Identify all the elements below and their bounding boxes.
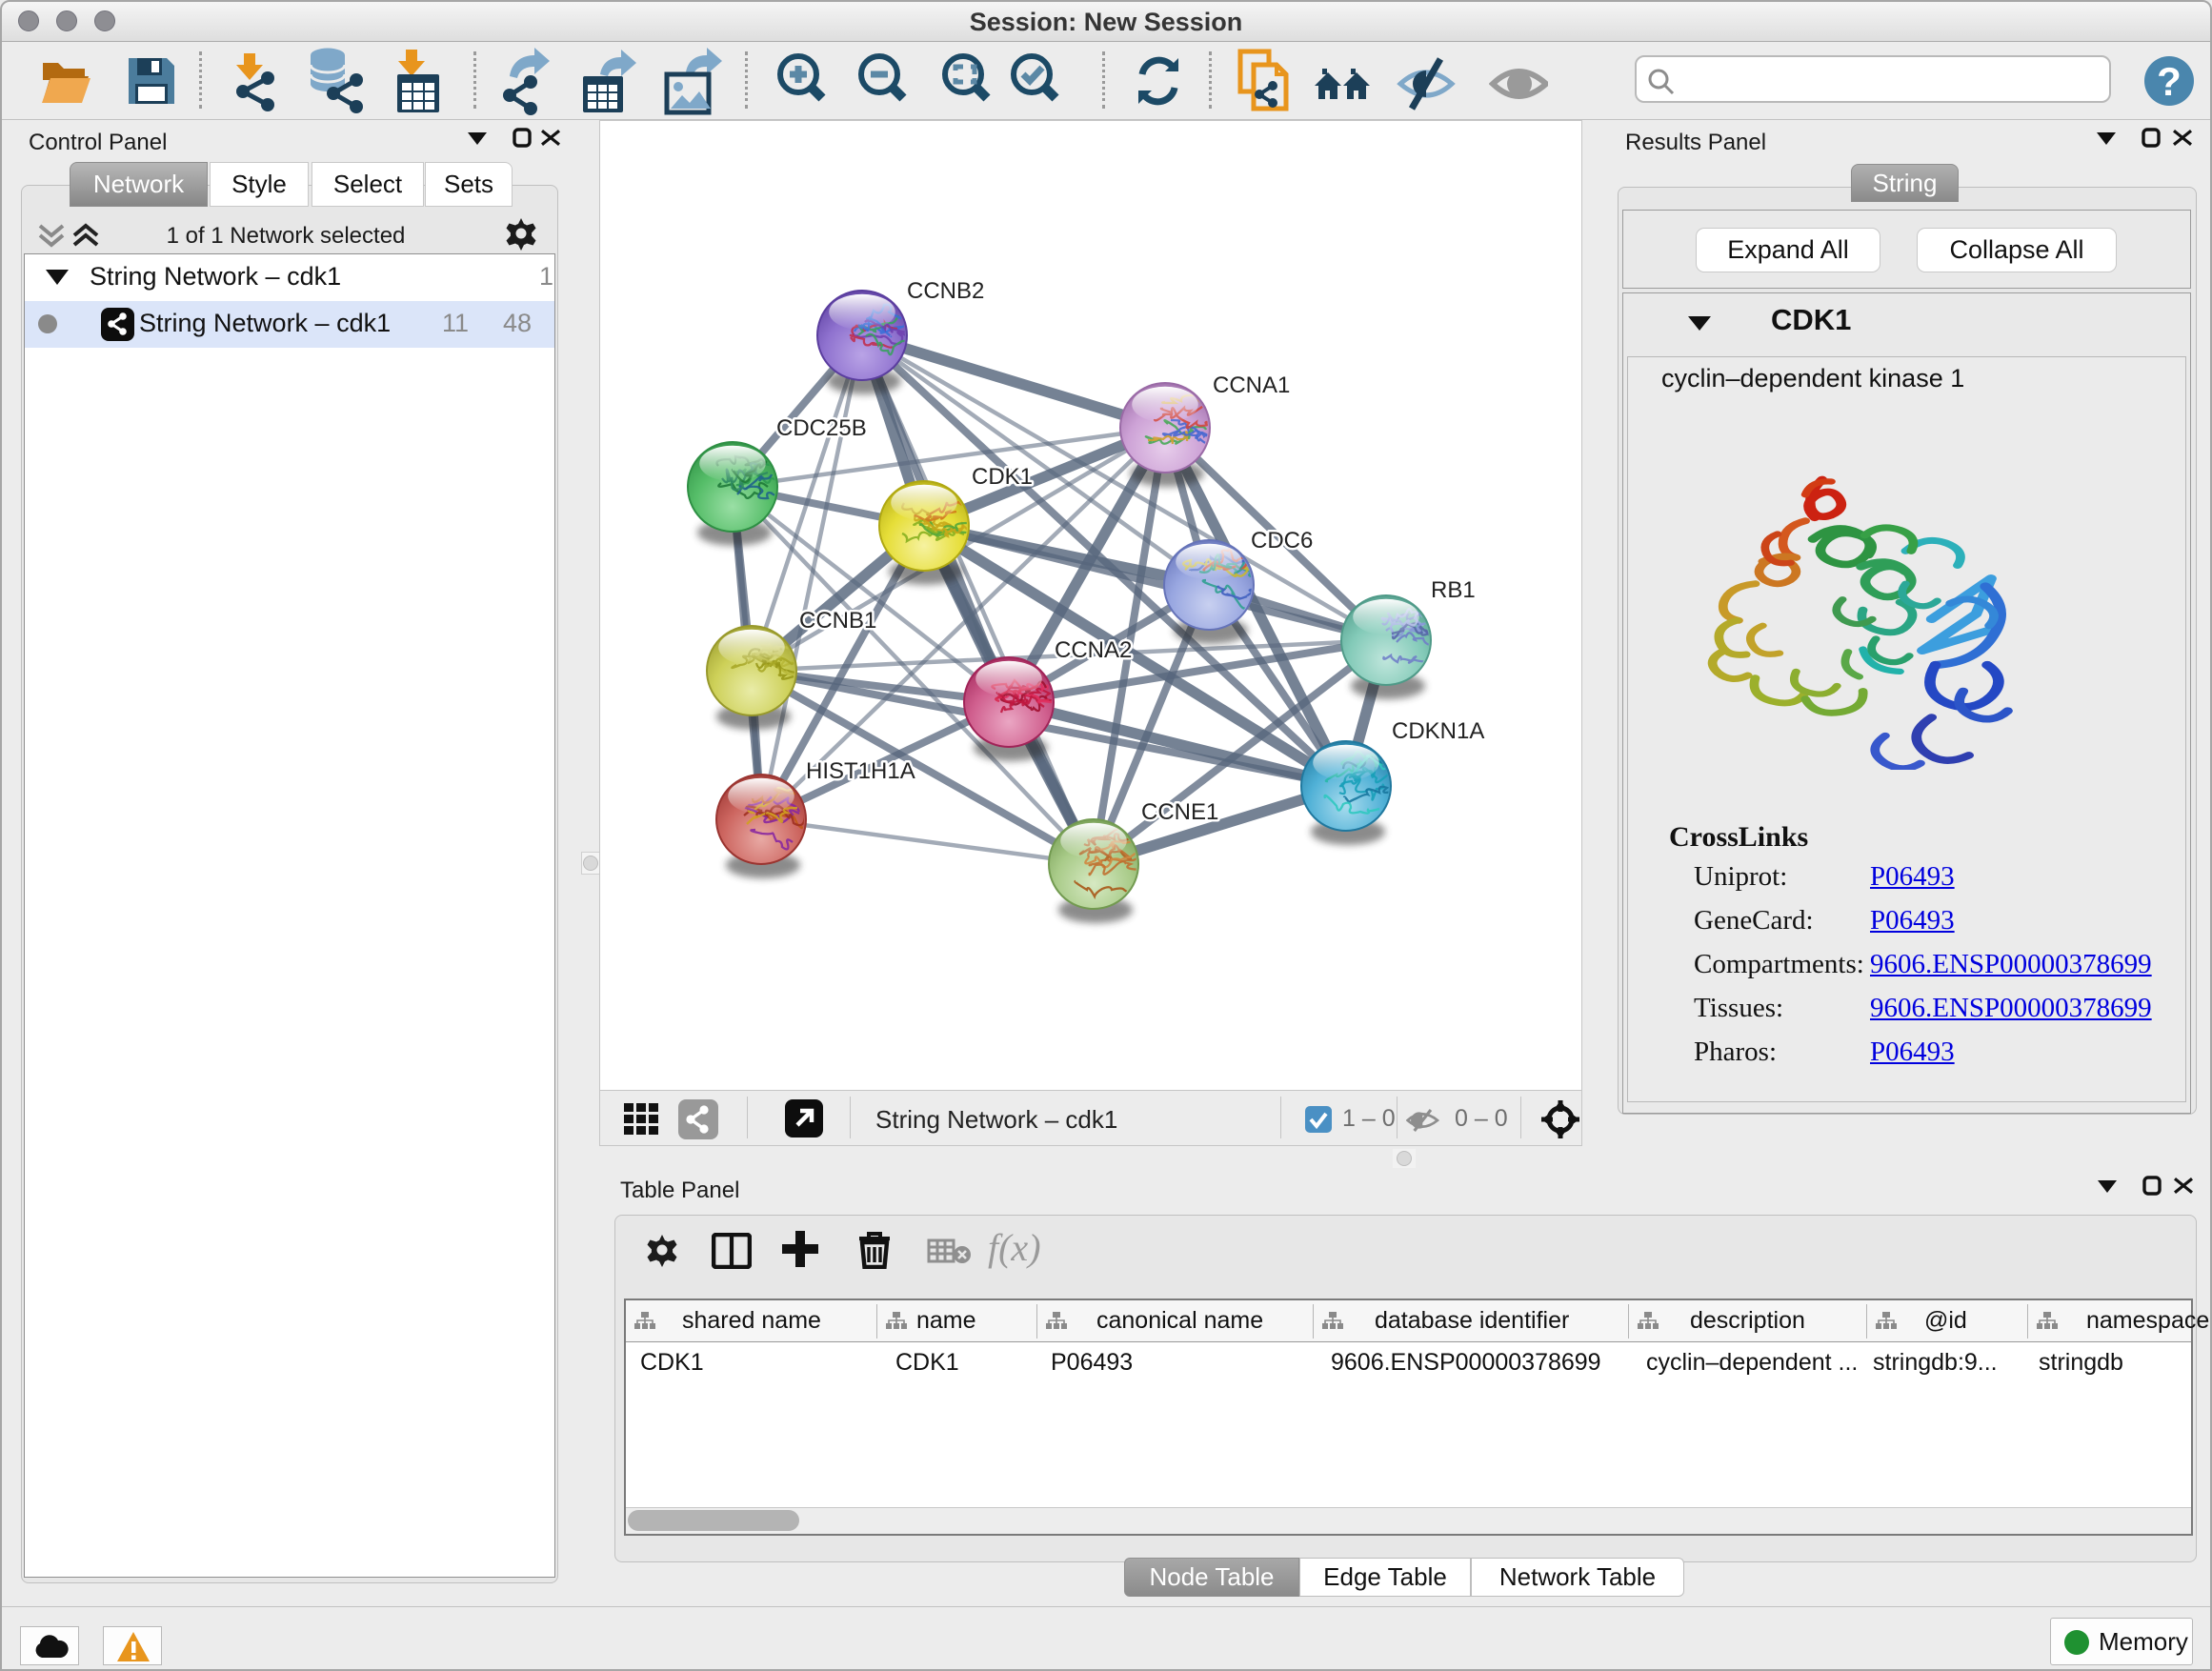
svg-text:CCNB1: CCNB1 (799, 608, 876, 634)
svg-text:HIST1H1A: HIST1H1A (806, 758, 915, 784)
svg-text:RB1: RB1 (1431, 577, 1476, 603)
svg-text:CDK1: CDK1 (972, 464, 1033, 490)
svg-text:?: ? (2157, 59, 2182, 104)
svg-text:CCNB2: CCNB2 (907, 278, 984, 304)
svg-text:CDC25B: CDC25B (776, 415, 867, 441)
svg-text:CCNA1: CCNA1 (1213, 372, 1290, 398)
svg-text:CDC6: CDC6 (1251, 528, 1313, 554)
svg-text:CCNE1: CCNE1 (1141, 799, 1218, 825)
svg-text:CCNA2: CCNA2 (1055, 637, 1132, 663)
svg-text:CDKN1A: CDKN1A (1392, 718, 1484, 744)
